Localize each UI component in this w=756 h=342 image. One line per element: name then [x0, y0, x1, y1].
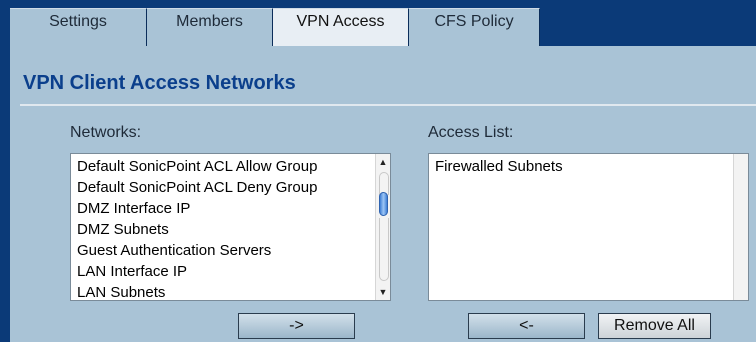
remove-button[interactable]: <- — [468, 313, 585, 339]
list-item[interactable]: Default SonicPoint ACL Allow Group — [71, 156, 390, 177]
list-item[interactable]: Default SonicPoint ACL Deny Group — [71, 177, 390, 198]
list-item[interactable]: DMZ Interface IP — [71, 198, 390, 219]
networks-scrollbar[interactable]: ▲ ▼ — [375, 154, 390, 300]
tab-cfs-policy[interactable]: CFS Policy — [409, 8, 540, 46]
scroll-up-icon[interactable]: ▲ — [376, 155, 390, 169]
list-item[interactable]: LAN Interface IP — [71, 261, 390, 282]
scroll-down-icon[interactable]: ▼ — [376, 285, 390, 299]
tab-vpn-access[interactable]: VPN Access — [273, 8, 409, 48]
tab-bar: Settings Members VPN Access CFS Policy — [10, 8, 540, 48]
add-button[interactable]: -> — [238, 313, 355, 339]
tab-members[interactable]: Members — [147, 8, 273, 46]
access-list-label: Access List: — [428, 124, 514, 141]
section-title: VPN Client Access Networks — [23, 72, 296, 94]
dialog-window: Settings Members VPN Access CFS Policy V… — [0, 0, 756, 342]
remove-all-button[interactable]: Remove All — [598, 313, 711, 339]
access-list-scrollbar[interactable] — [733, 154, 748, 300]
vpn-access-panel: VPN Client Access Networks Networks: Acc… — [10, 46, 756, 342]
networks-label: Networks: — [70, 124, 142, 141]
list-item[interactable]: Guest Authentication Servers — [71, 240, 390, 261]
scroll-track-bottom — [379, 218, 389, 281]
list-item[interactable]: Firewalled Subnets — [429, 156, 748, 177]
tab-settings[interactable]: Settings — [10, 8, 147, 46]
list-item[interactable]: LAN Subnets — [71, 282, 390, 300]
networks-list[interactable]: Default SonicPoint ACL Allow Group Defau… — [70, 153, 391, 301]
scroll-thumb[interactable] — [379, 192, 388, 216]
section-divider — [20, 104, 756, 106]
list-item[interactable]: DMZ Subnets — [71, 219, 390, 240]
access-list[interactable]: Firewalled Subnets — [428, 153, 749, 301]
